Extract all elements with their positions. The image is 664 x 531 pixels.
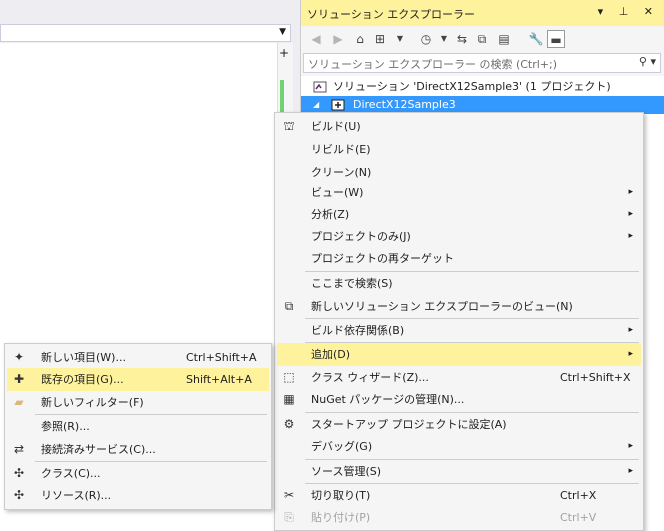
menu-item-analyze[interactable]: 分析(Z) ▸ bbox=[277, 203, 641, 226]
new-view-icon: ⧉ bbox=[284, 299, 294, 313]
pending-changes-icon[interactable]: ◷ bbox=[417, 30, 435, 48]
menu-item-build[interactable]: ⛫ ビルド(U) bbox=[277, 115, 641, 138]
menu-item-new-filter[interactable]: ▰ 新しいフィルター(F) bbox=[7, 391, 269, 414]
menu-item-resource[interactable]: ✣ リソース(R)... bbox=[7, 484, 269, 507]
menu-item-existing-item[interactable]: ✚ 既存の項目(G)... Shift+Alt+A bbox=[7, 368, 269, 391]
chevron-down-icon[interactable]: ▼ bbox=[279, 27, 286, 37]
tree-item-label: ソリューション 'DirectX12Sample3' (1 プロジェクト) bbox=[333, 80, 611, 93]
menu-item-rebuild[interactable]: リビルド(E) bbox=[277, 138, 641, 161]
add-submenu: ✦ 新しい項目(W)... Ctrl+Shift+A ✚ 既存の項目(G)...… bbox=[4, 343, 272, 510]
menu-item-add[interactable]: 追加(D) ▸ bbox=[277, 343, 641, 366]
menu-item-retarget[interactable]: プロジェクトの再ターゲット bbox=[277, 247, 641, 270]
existing-item-icon: ✚ bbox=[13, 372, 25, 386]
search-placeholder: ソリューション エクスプローラー の検索 (Ctrl+;) bbox=[308, 58, 558, 71]
panel-title-bar: ソリューション エクスプローラー ▾ ⊥ ✕ bbox=[301, 0, 664, 26]
preview-selected-icon[interactable]: ▬ bbox=[547, 30, 565, 48]
folder-icon: ▰ bbox=[14, 395, 24, 409]
menu-item-scope-to-this[interactable]: ここまで検索(S) bbox=[277, 272, 641, 295]
project-context-menu: ⛫ ビルド(U) リビルド(E) クリーン(N) ビュー(W) ▸ 分析(Z) … bbox=[274, 112, 644, 531]
add-class-icon: ✣ bbox=[13, 466, 25, 480]
solution-explorer-toolbar: ◀ ▶ ⌂ ⊞ ▼ ◷ ▼ ⇆ ⧉ ▤ 🔧 ▬ bbox=[301, 26, 664, 52]
add-resource-icon: ✣ bbox=[13, 488, 25, 502]
panel-title: ソリューション エクスプローラー bbox=[307, 8, 475, 21]
gear-icon: ⚙ bbox=[283, 417, 295, 431]
collapse-all-icon[interactable]: ⧉ bbox=[473, 30, 491, 48]
solution-icon bbox=[313, 78, 327, 96]
submenu-arrow-icon: ▸ bbox=[628, 325, 633, 335]
menu-item-build-dependencies[interactable]: ビルド依存関係(B) ▸ bbox=[277, 319, 641, 342]
panel-window-buttons[interactable]: ▾ ⊥ ✕ bbox=[598, 5, 659, 18]
search-icon[interactable]: ⚲ ▾ bbox=[639, 55, 656, 68]
menu-item-reference[interactable]: 参照(R)... bbox=[7, 415, 269, 438]
connected-service-icon: ⇄ bbox=[13, 442, 25, 456]
menu-item-class[interactable]: ✣ クラス(C)... bbox=[7, 462, 269, 485]
menu-item-source-control[interactable]: ソース管理(S) ▸ bbox=[277, 460, 641, 483]
new-item-icon: ✦ bbox=[13, 350, 25, 364]
submenu-arrow-icon: ▸ bbox=[628, 187, 633, 197]
submenu-arrow-icon: ▸ bbox=[628, 349, 633, 359]
solution-search-input[interactable]: ソリューション エクスプローラー の検索 (Ctrl+;) ⚲ ▾ bbox=[303, 53, 661, 73]
paste-icon: ⎘ bbox=[284, 510, 294, 524]
home-icon[interactable]: ⌂ bbox=[351, 30, 369, 48]
class-wizard-icon: ⬚ bbox=[283, 370, 295, 384]
menu-item-connected-service[interactable]: ⇄ 接続済みサービス(C)... bbox=[7, 438, 269, 461]
menu-item-view[interactable]: ビュー(W) ▸ bbox=[277, 181, 641, 204]
scissors-icon: ✂ bbox=[283, 488, 295, 502]
back-icon[interactable]: ◀ bbox=[307, 30, 325, 48]
menu-item-project-only[interactable]: プロジェクトのみ(J) ▸ bbox=[277, 225, 641, 248]
properties-wrench-icon[interactable]: 🔧 bbox=[527, 30, 545, 48]
submenu-arrow-icon: ▸ bbox=[628, 231, 633, 241]
chevron-down-icon[interactable]: ▼ bbox=[391, 30, 409, 48]
menu-item-set-startup[interactable]: ⚙ スタートアップ プロジェクトに設定(A) bbox=[277, 413, 641, 436]
sync-icon[interactable]: ⇆ bbox=[453, 30, 471, 48]
submenu-arrow-icon: ▸ bbox=[628, 441, 633, 451]
menu-item-paste[interactable]: ⎘ 貼り付け(P) Ctrl+V bbox=[277, 506, 641, 529]
tree-item-solution[interactable]: ソリューション 'DirectX12Sample3' (1 プロジェクト) bbox=[301, 78, 664, 96]
submenu-arrow-icon: ▸ bbox=[628, 209, 633, 219]
forward-icon[interactable]: ▶ bbox=[329, 30, 347, 48]
menu-item-cut[interactable]: ✂ 切り取り(T) Ctrl+X bbox=[277, 484, 641, 507]
chevron-down-icon[interactable]: ▼ bbox=[435, 30, 453, 48]
show-all-files-icon[interactable]: ▤ bbox=[495, 30, 513, 48]
menu-item-new-se-view[interactable]: ⧉ 新しいソリューション エクスプローラーのビュー(N) bbox=[277, 295, 641, 318]
switch-views-icon[interactable]: ⊞ bbox=[371, 30, 389, 48]
menu-item-debug[interactable]: デバッグ(G) ▸ bbox=[277, 435, 641, 458]
menu-item-class-wizard[interactable]: ⬚ クラス ウィザード(Z)... Ctrl+Shift+X bbox=[277, 366, 641, 389]
nuget-package-icon: ▦ bbox=[283, 392, 295, 406]
menu-item-new-item[interactable]: ✦ 新しい項目(W)... Ctrl+Shift+A bbox=[7, 346, 269, 369]
split-window-icon[interactable]: + bbox=[279, 46, 289, 60]
submenu-arrow-icon: ▸ bbox=[628, 466, 633, 476]
menu-item-nuget[interactable]: ▦ NuGet パッケージの管理(N)... bbox=[277, 388, 641, 411]
build-icon: ⛫ bbox=[283, 119, 295, 133]
member-dropdown[interactable]: ▼ bbox=[0, 24, 291, 42]
